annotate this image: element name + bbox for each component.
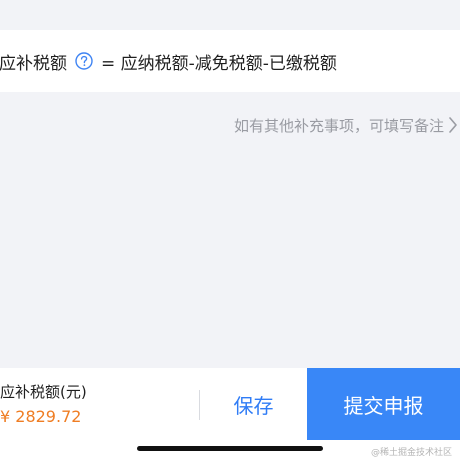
remarks-entry[interactable]: 如有其他补充事项，可填写备注: [0, 92, 460, 158]
chevron-right-icon: [448, 116, 458, 134]
amount-label: 应补税额(元): [0, 383, 87, 401]
tax-declaration-screen: 应补税额 = 应纳税额-减免税额-已缴税额 如有其他补充事项，可填写备注 应补税…: [0, 0, 460, 460]
formula-expression: = 应纳税额-减免税额-已缴税额: [101, 53, 337, 74]
amount-value: ¥ 2829.72: [0, 407, 82, 426]
remarks-hint-text: 如有其他补充事项，可填写备注: [233, 116, 444, 135]
question-circle-icon[interactable]: [75, 52, 93, 70]
save-button[interactable]: 保存: [200, 368, 307, 440]
watermark: @稀土掘金技术社区: [370, 448, 452, 458]
formula-label: 应补税额: [0, 53, 67, 74]
submit-declaration-button[interactable]: 提交申报: [307, 368, 460, 440]
amount-summary: 应补税额(元) ¥ 2829.72: [0, 382, 190, 427]
home-indicator[interactable]: [137, 446, 323, 451]
formula-row: 应补税额 = 应纳税额-减免税额-已缴税额: [0, 30, 460, 92]
top-spacer: [0, 0, 460, 30]
